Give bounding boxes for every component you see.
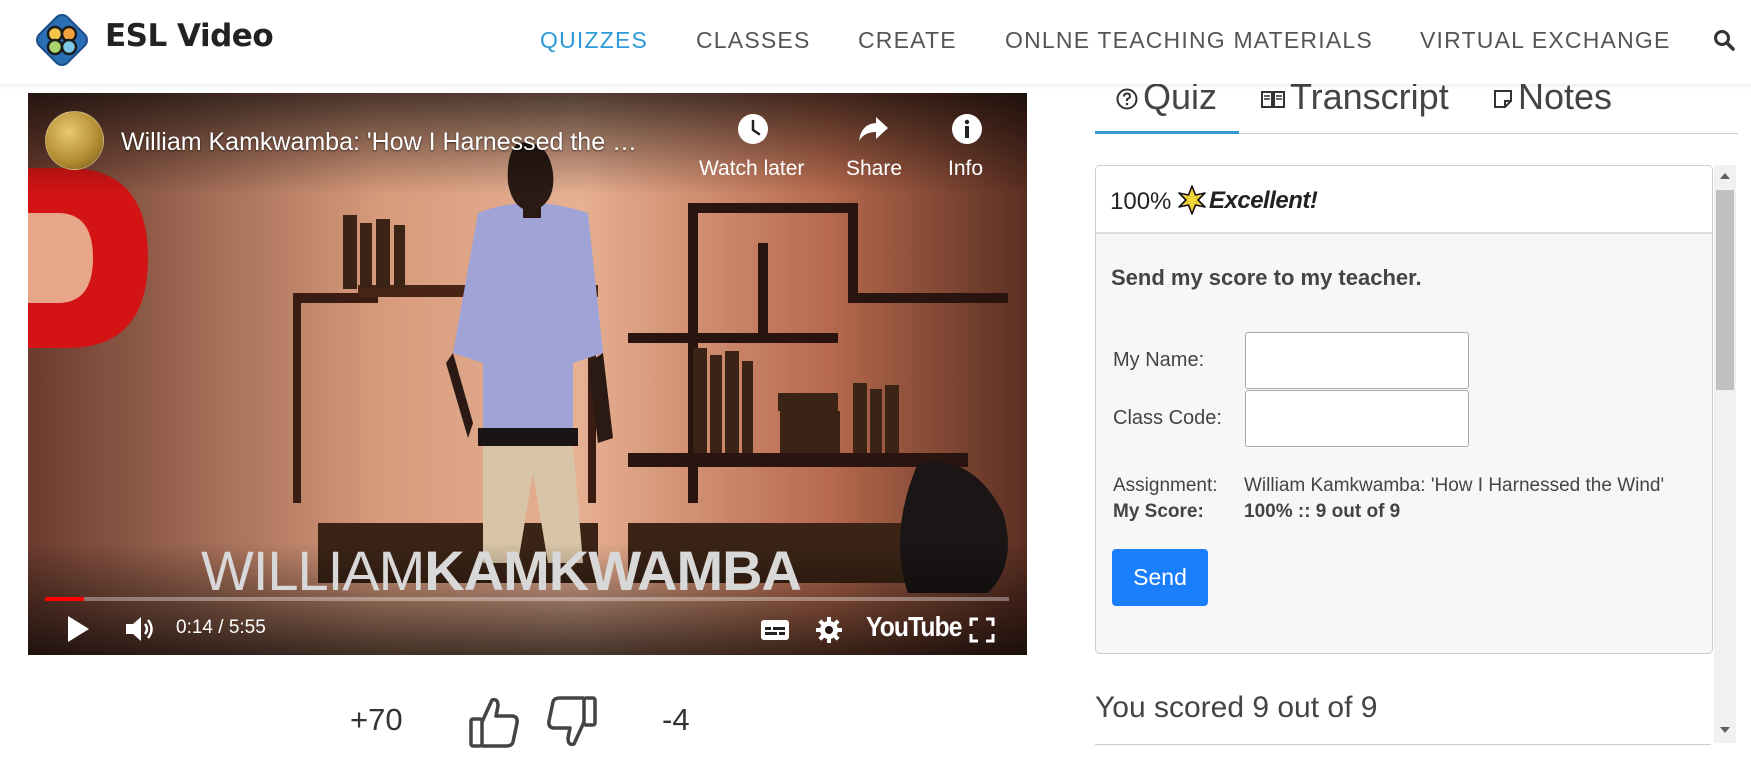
quiz-results-panel: 100% Excellent! Send my score to my teac… bbox=[1095, 165, 1713, 654]
share-icon[interactable] bbox=[857, 113, 889, 145]
top-navigation-bar: ESL Video QUIZZES CLASSES CREATE ONLNE T… bbox=[0, 0, 1751, 84]
score-header: 100% Excellent! bbox=[1096, 166, 1712, 234]
play-icon[interactable] bbox=[66, 615, 90, 643]
active-tab-indicator bbox=[1095, 131, 1239, 134]
scrollbar-thumb[interactable] bbox=[1716, 190, 1734, 390]
class-code-input[interactable] bbox=[1245, 390, 1469, 447]
send-button[interactable]: Send bbox=[1112, 549, 1208, 606]
video-time-display: 0:14 / 5:55 bbox=[176, 617, 266, 638]
video-progress-played bbox=[45, 597, 84, 601]
youtube-logo[interactable]: YouTube bbox=[866, 611, 962, 643]
question-circle-icon bbox=[1116, 88, 1138, 110]
upvote-count: +70 bbox=[350, 702, 403, 737]
info-label[interactable]: Info bbox=[948, 157, 983, 181]
my-score-label: My Score: bbox=[1113, 501, 1204, 522]
search-icon[interactable] bbox=[1712, 28, 1736, 52]
clock-icon[interactable] bbox=[737, 113, 769, 145]
quiz-result-summary: You scored 9 out of 9 bbox=[1095, 691, 1378, 724]
settings-gear-icon[interactable] bbox=[815, 616, 843, 644]
info-icon[interactable] bbox=[951, 113, 983, 145]
score-rating: Excellent! bbox=[1209, 187, 1318, 214]
my-name-label: My Name: bbox=[1113, 349, 1205, 371]
result-divider bbox=[1095, 744, 1711, 745]
nav-virtual-exchange[interactable]: VIRTUAL EXCHANGE bbox=[1420, 27, 1671, 54]
my-name-input[interactable] bbox=[1245, 332, 1469, 389]
speaker-last-name: KAMKWAMBA bbox=[424, 539, 802, 602]
scroll-down-arrow-icon[interactable] bbox=[1720, 727, 1730, 733]
score-percent: 100% bbox=[1110, 188, 1172, 215]
video-progress-bar[interactable] bbox=[45, 597, 1009, 601]
my-score-value: 100% :: 9 out of 9 bbox=[1244, 501, 1401, 522]
brand-name[interactable]: ESL Video bbox=[105, 18, 274, 54]
youtube-video-player[interactable]: William Kamkwamba: 'How I Harnessed the … bbox=[28, 93, 1027, 655]
star-burst-icon bbox=[1178, 185, 1206, 215]
nav-quizzes[interactable]: QUIZZES bbox=[540, 27, 648, 54]
assignment-label: Assignment: bbox=[1113, 475, 1218, 496]
thumbs-up-icon[interactable] bbox=[468, 695, 520, 749]
downvote-count: -4 bbox=[662, 702, 690, 737]
panel-scrollbar[interactable] bbox=[1714, 165, 1736, 743]
send-score-heading: Send my score to my teacher. bbox=[1111, 265, 1422, 290]
esl-video-logo-icon[interactable] bbox=[32, 10, 92, 70]
scroll-up-arrow-icon[interactable] bbox=[1720, 173, 1730, 179]
class-code-label: Class Code: bbox=[1113, 407, 1222, 429]
video-title[interactable]: William Kamkwamba: 'How I Harnessed the … bbox=[121, 128, 637, 157]
book-icon bbox=[1261, 91, 1285, 109]
share-label[interactable]: Share bbox=[846, 157, 902, 181]
note-icon bbox=[1494, 90, 1512, 109]
assignment-value: William Kamkwamba: 'How I Harnessed the … bbox=[1244, 475, 1665, 496]
thumbs-down-icon[interactable] bbox=[546, 695, 598, 749]
nav-online-teaching-materials[interactable]: ONLNE TEACHING MATERIALS bbox=[1005, 27, 1373, 54]
captions-icon[interactable] bbox=[760, 619, 790, 641]
nav-classes[interactable]: CLASSES bbox=[696, 27, 811, 54]
channel-avatar[interactable] bbox=[45, 111, 104, 170]
watch-later-label[interactable]: Watch later bbox=[699, 157, 804, 181]
fullscreen-icon[interactable] bbox=[969, 617, 995, 643]
nav-create[interactable]: CREATE bbox=[858, 27, 957, 54]
speaker-name-caption: WILLIAMKAMKWAMBA bbox=[201, 538, 802, 603]
volume-icon[interactable] bbox=[124, 615, 156, 643]
speaker-first-name: WILLIAM bbox=[201, 539, 425, 602]
